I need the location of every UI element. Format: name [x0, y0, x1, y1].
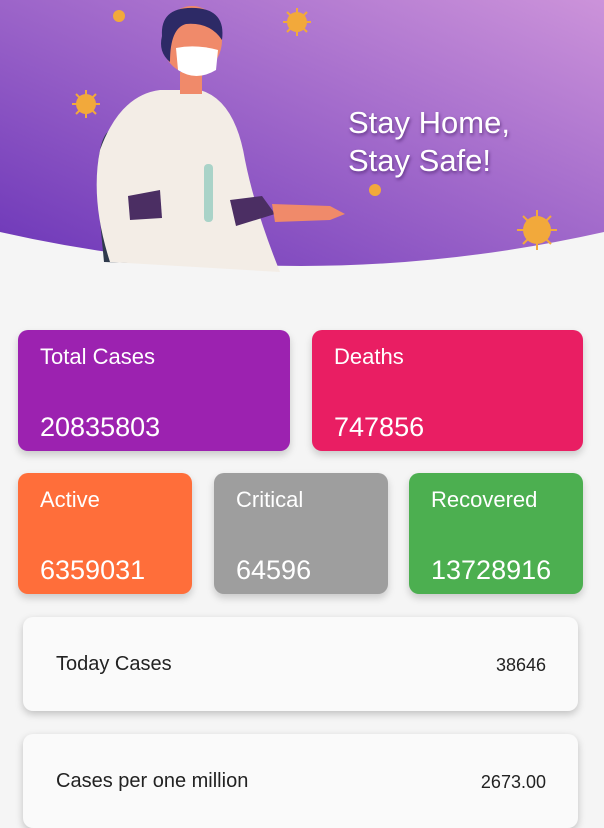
list-item[interactable]: Cases per one million 2673.00: [23, 734, 578, 828]
total-cases-value: 20835803: [40, 412, 161, 442]
critical-value: 64596: [236, 555, 312, 585]
recovered-label: Recovered: [431, 487, 538, 512]
cases-per-million-label: Cases per one million: [56, 770, 249, 792]
critical-label: Critical: [236, 487, 304, 512]
deaths-card[interactable]: Deaths 747856: [312, 330, 583, 451]
deaths-value: 747856: [334, 412, 425, 442]
hero-slogan: Stay Home, Stay Safe!: [348, 104, 510, 180]
active-label: Active: [40, 487, 100, 512]
active-card[interactable]: Active 6359031: [18, 473, 192, 594]
hero-banner: Stay Home, Stay Safe!: [0, 0, 604, 280]
cases-per-million-value: 2673.00: [480, 772, 546, 792]
active-value: 6359031: [40, 555, 146, 585]
today-cases-label: Today Cases: [56, 653, 172, 675]
total-cases-card[interactable]: Total Cases 20835803: [18, 330, 290, 451]
deaths-label: Deaths: [334, 344, 404, 369]
total-cases-label: Total Cases: [40, 344, 155, 369]
hero-slogan-line1: Stay Home,: [348, 105, 510, 140]
recovered-value: 13728916: [431, 555, 552, 585]
hero-slogan-line2: Stay Safe!: [348, 143, 492, 178]
recovered-card[interactable]: Recovered 13728916: [409, 473, 583, 594]
list-item[interactable]: Today Cases 38646: [23, 617, 578, 711]
today-cases-value: 38646: [495, 655, 546, 675]
hero-illustration: [0, 0, 604, 272]
critical-card[interactable]: Critical 64596: [214, 473, 388, 594]
